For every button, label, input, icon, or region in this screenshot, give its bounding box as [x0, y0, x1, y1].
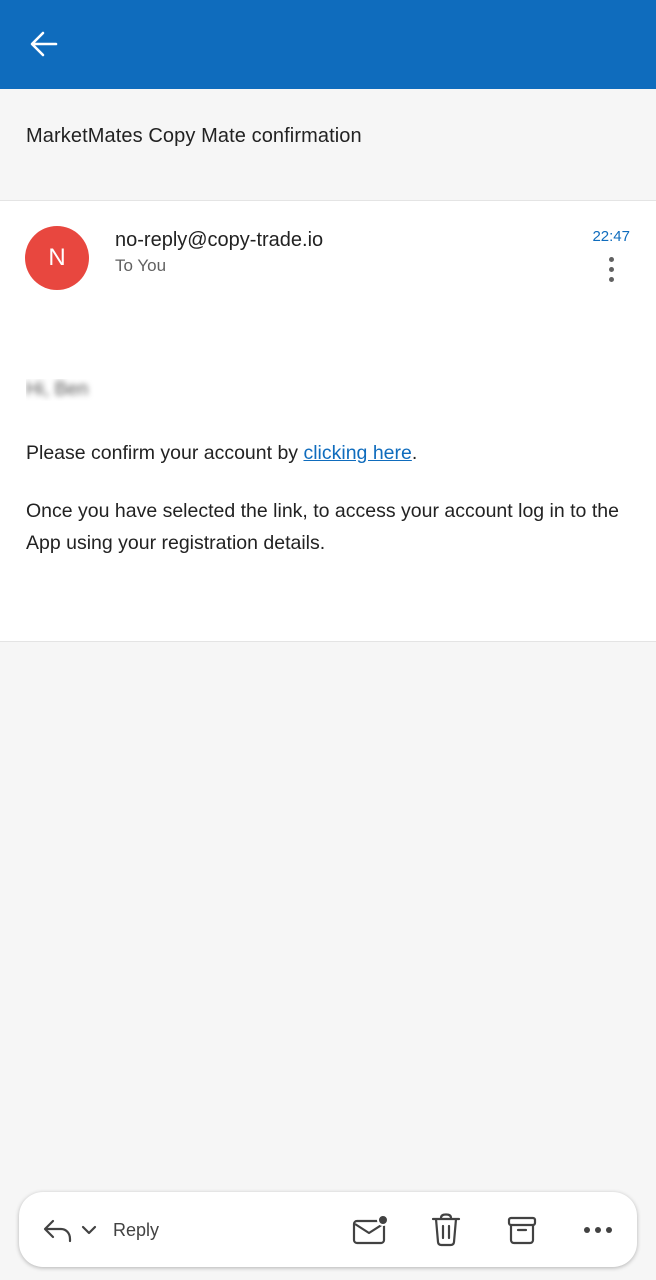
sender-address[interactable]: no-reply@copy-trade.io — [115, 229, 323, 252]
mark-unread-button[interactable] — [350, 1210, 390, 1250]
instructions-paragraph: Once you have selected the link, to acce… — [26, 500, 619, 554]
archive-icon — [507, 1216, 537, 1245]
reply-icon — [43, 1219, 72, 1243]
confirm-link[interactable]: clicking here — [303, 442, 411, 464]
back-button[interactable] — [22, 22, 66, 66]
delete-icon — [431, 1213, 461, 1247]
greeting-text: Hi, Ben — [26, 379, 89, 400]
email-subject: MarketMates Copy Mate confirmation — [26, 125, 362, 147]
chevron-down-icon[interactable] — [79, 1220, 99, 1240]
mark-unread-icon — [352, 1214, 389, 1245]
more-vert-dot — [608, 276, 614, 282]
more-options-button[interactable] — [598, 253, 624, 285]
reply-label: Reply — [113, 1219, 160, 1240]
confirm-period: . — [411, 442, 418, 464]
more-vert-icon — [608, 256, 614, 262]
more-vert-dot — [608, 266, 614, 272]
reply-button[interactable]: Reply — [41, 1210, 191, 1250]
recipient-label[interactable]: To You — [115, 256, 166, 276]
more-actions-button[interactable] — [578, 1210, 618, 1250]
message-card: N no-reply@copy-trade.io To You 22:47 Hi… — [0, 201, 656, 642]
confirm-paragraph: Please confirm your account by clicking … — [26, 437, 636, 469]
confirm-text: Please confirm your account by — [26, 442, 304, 464]
delete-button[interactable] — [426, 1210, 466, 1250]
greeting: Hi, Ben — [26, 379, 106, 401]
arrow-left-icon — [30, 31, 58, 57]
received-time: 22:47 — [592, 228, 630, 245]
app-bar — [0, 0, 656, 89]
bottom-action-bar: Reply — [19, 1192, 637, 1267]
archive-button[interactable] — [502, 1210, 542, 1250]
avatar: N — [25, 226, 89, 290]
more-horizontal-icon — [584, 1227, 612, 1233]
subject-bar: MarketMates Copy Mate confirmation — [0, 89, 656, 201]
